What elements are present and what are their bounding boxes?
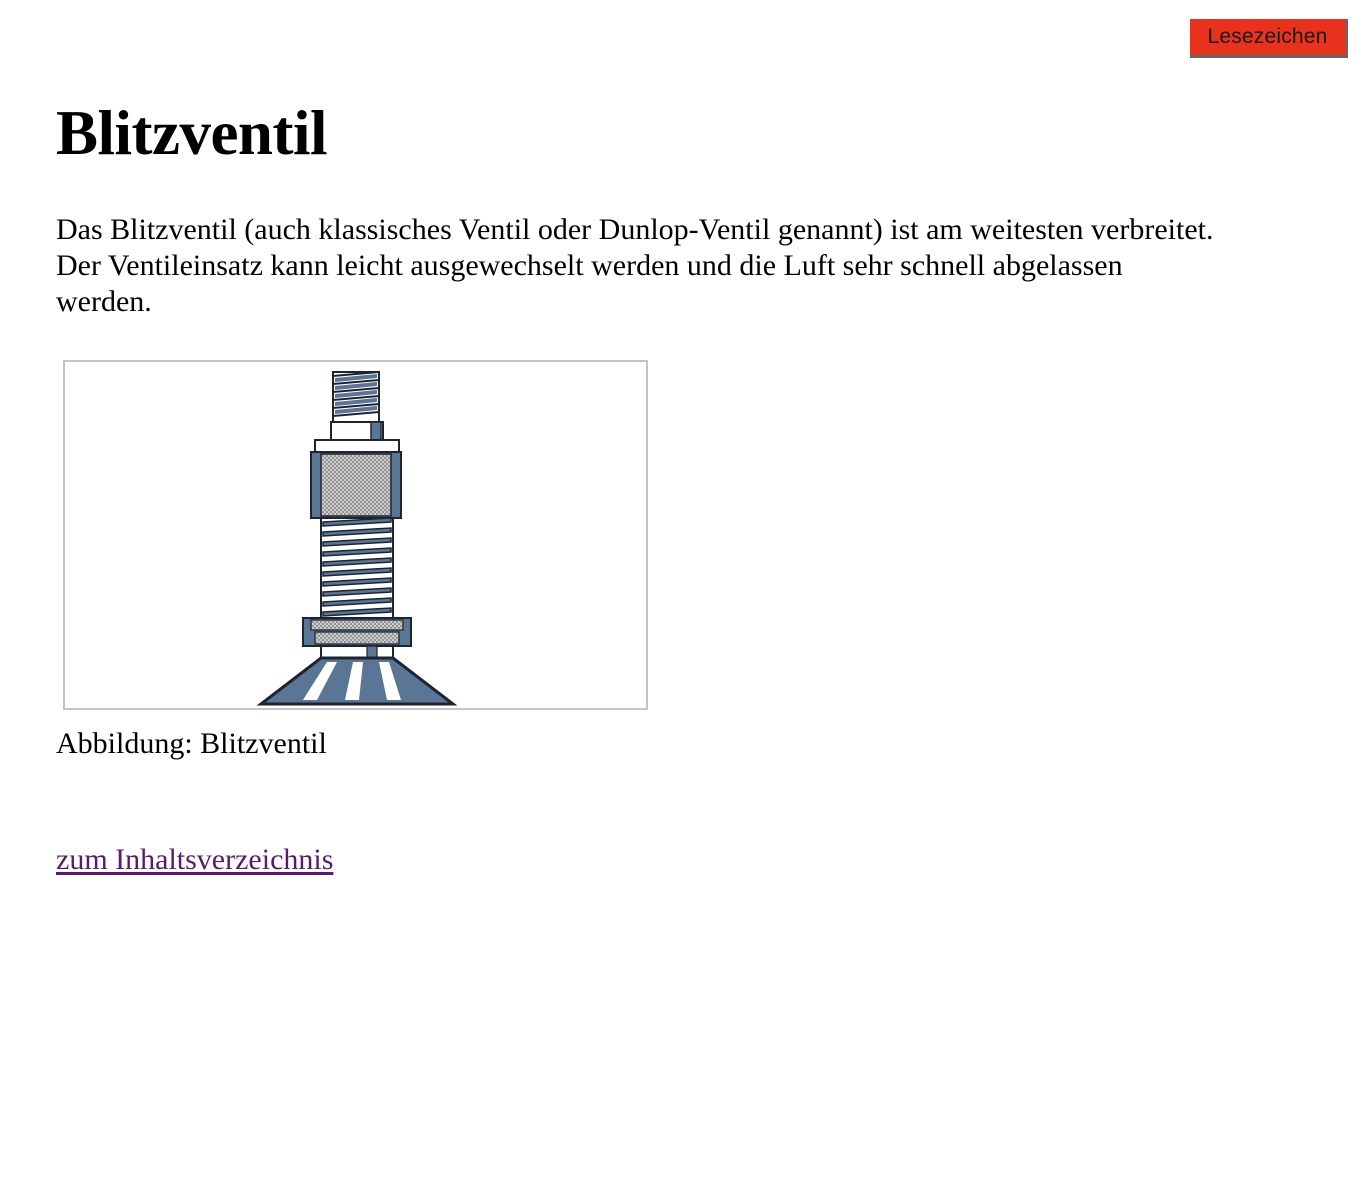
valve-figure [63,360,648,710]
intro-paragraph: Das Blitzventil (auch klassisches Ventil… [56,213,1214,318]
bookmark-button[interactable]: Lesezeichen [1190,19,1348,58]
page-title: Blitzventil [56,98,327,168]
valve-drawing [256,371,458,706]
table-of-contents-link[interactable]: zum Inhaltsverzeichnis [56,842,333,878]
figure-caption: Abbildung: Blitzventil [56,727,327,760]
valve-illustration-icon [256,371,458,706]
